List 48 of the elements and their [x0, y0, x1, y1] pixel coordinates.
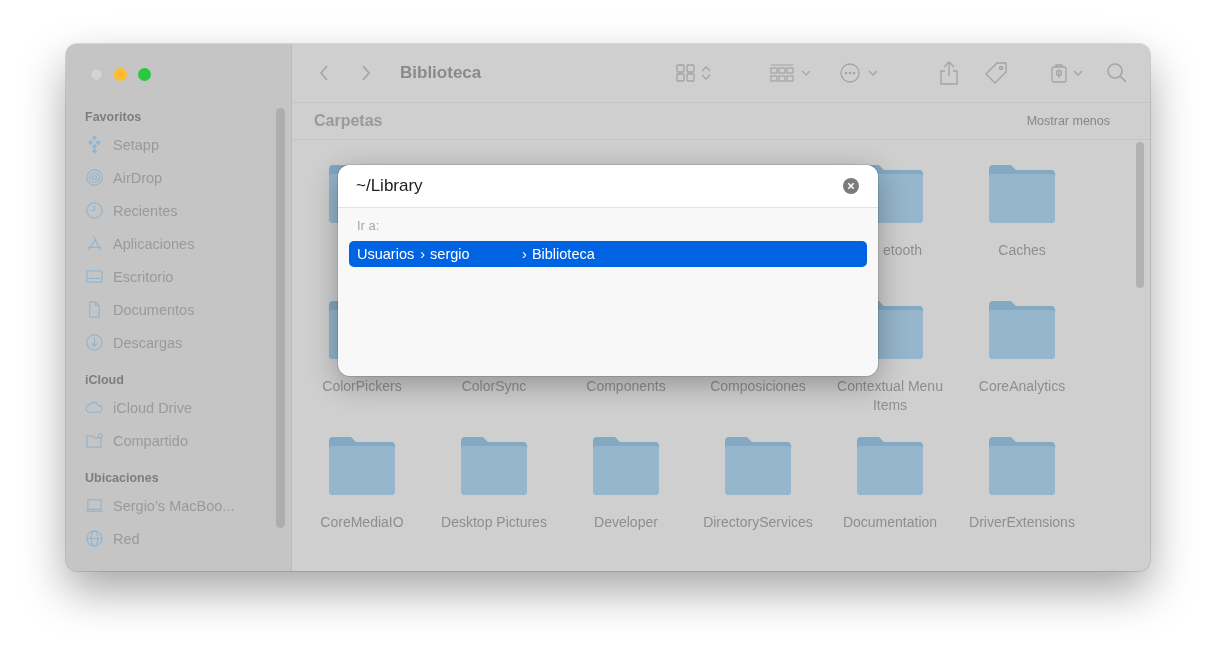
- setapp-icon: [85, 135, 104, 154]
- scrollbar[interactable]: [1136, 142, 1144, 288]
- folder-name: DirectoryServices: [702, 513, 814, 532]
- folder-name: etooth: [882, 241, 923, 260]
- folder-icon[interactable]: [987, 299, 1057, 359]
- path-field[interactable]: ~/Library: [338, 165, 878, 208]
- folder-icon[interactable]: [591, 435, 661, 495]
- share-icon[interactable]: [938, 59, 960, 86]
- zoom-button[interactable]: [138, 68, 151, 81]
- airdrop-icon: [85, 168, 104, 187]
- folder-icon[interactable]: [987, 435, 1057, 495]
- window-title: Biblioteca: [400, 62, 482, 83]
- folder-name: Desktop Pictures: [440, 513, 548, 532]
- sidebar-heading: Favoritos: [85, 110, 143, 126]
- folder-name: DriverExtensions: [968, 513, 1076, 532]
- folder-name: Contextual Menu Items: [836, 377, 944, 415]
- clock-icon: [85, 201, 104, 220]
- folder-icon[interactable]: [987, 163, 1057, 223]
- path-suggestion[interactable]: Usuarios › sergio › Biblioteca: [349, 241, 867, 267]
- folder-name: CoreAnalytics: [977, 377, 1067, 396]
- download-icon: [85, 333, 104, 352]
- folder-name: ColorSync: [460, 377, 528, 396]
- sidebar-heading: Ubicaciones: [85, 471, 160, 487]
- search-icon[interactable]: [1106, 61, 1128, 84]
- sidebar-heading: iCloud: [85, 373, 125, 389]
- go-to-label: Ir a:: [357, 218, 381, 235]
- path-input[interactable]: ~/Library: [356, 176, 843, 196]
- globe-icon: [85, 529, 104, 548]
- folder-name: CoreMediaIO: [319, 513, 405, 532]
- folder-name: Components: [585, 377, 667, 396]
- tag-icon[interactable]: [984, 60, 1008, 85]
- folder-icon[interactable]: [723, 435, 793, 495]
- folder-icon[interactable]: [459, 435, 529, 495]
- desktop-icon: [85, 267, 104, 286]
- shared-icon: [85, 431, 104, 450]
- folder-icon[interactable]: [327, 435, 397, 495]
- apps-icon: [85, 234, 104, 253]
- folder-icon[interactable]: [855, 435, 925, 495]
- minimize-button[interactable]: [114, 68, 127, 81]
- folder-name: ColorPickers: [321, 377, 403, 396]
- more-icon[interactable]: [840, 62, 880, 83]
- show-less-link[interactable]: Mostrar menos: [1026, 113, 1110, 128]
- folder-name: Developer: [593, 513, 659, 532]
- clear-icon[interactable]: [843, 178, 859, 194]
- folder-name: Composiciones: [709, 377, 807, 396]
- folder-name: Caches: [997, 241, 1047, 260]
- laptop-icon: [85, 496, 104, 515]
- folder-name: Documentation: [841, 513, 939, 532]
